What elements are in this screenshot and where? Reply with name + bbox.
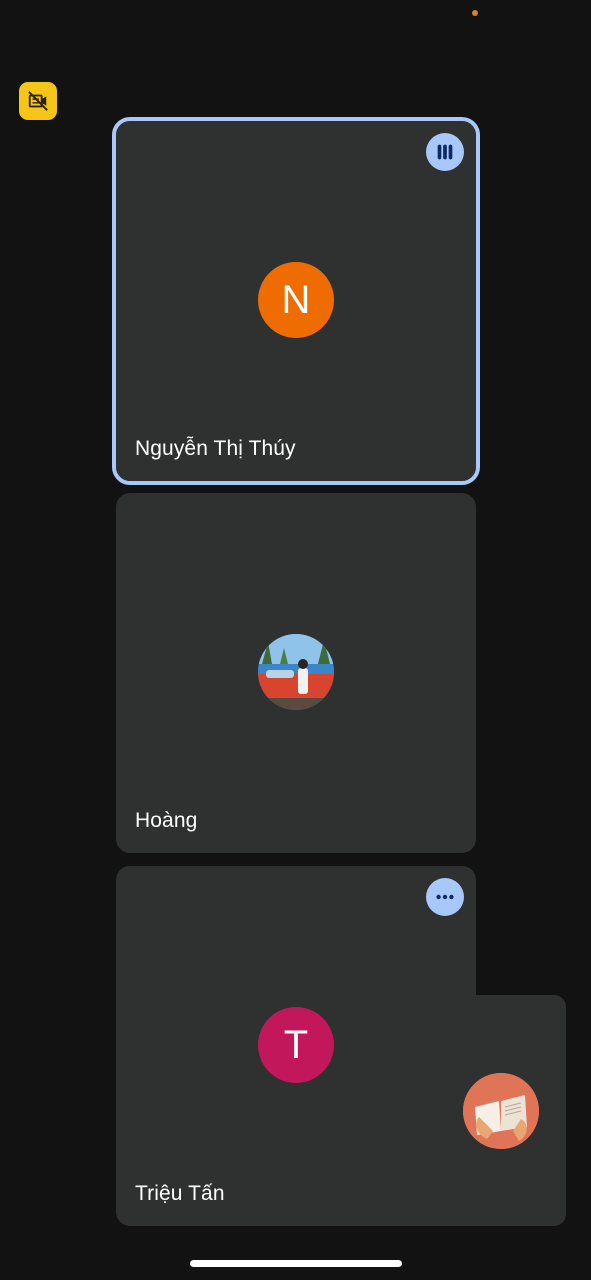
book-photo-avatar-icon bbox=[463, 1073, 539, 1149]
more-options-button[interactable] bbox=[426, 878, 464, 916]
home-indicator[interactable] bbox=[190, 1260, 402, 1267]
status-indicator-dot bbox=[472, 10, 478, 16]
avatar bbox=[258, 634, 334, 710]
camera-off-button[interactable] bbox=[19, 82, 57, 120]
camera-off-icon bbox=[28, 91, 48, 111]
participant-tile-hoang[interactable]: Hoàng bbox=[116, 493, 476, 853]
avatar: T bbox=[258, 1007, 334, 1083]
audio-level-icon bbox=[437, 144, 453, 160]
avatar-initial: N bbox=[281, 277, 311, 322]
self-avatar bbox=[463, 1073, 539, 1149]
self-preview-tile[interactable] bbox=[436, 995, 566, 1226]
profile-photo-icon bbox=[258, 634, 334, 710]
participant-tile-nguyen-thi-thuy[interactable]: N Nguyễn Thị Thúy bbox=[112, 117, 480, 485]
participant-name: Triệu Tấn bbox=[135, 1182, 225, 1205]
more-options-icon bbox=[436, 894, 454, 900]
avatar-initial: T bbox=[283, 1022, 309, 1067]
participant-tile-trieu-tan[interactable]: T Triệu Tấn bbox=[116, 866, 476, 1226]
avatar: N bbox=[258, 262, 334, 338]
participant-name: Hoàng bbox=[135, 809, 198, 832]
participant-name: Nguyễn Thị Thúy bbox=[135, 437, 296, 460]
audio-level-badge bbox=[426, 133, 464, 171]
